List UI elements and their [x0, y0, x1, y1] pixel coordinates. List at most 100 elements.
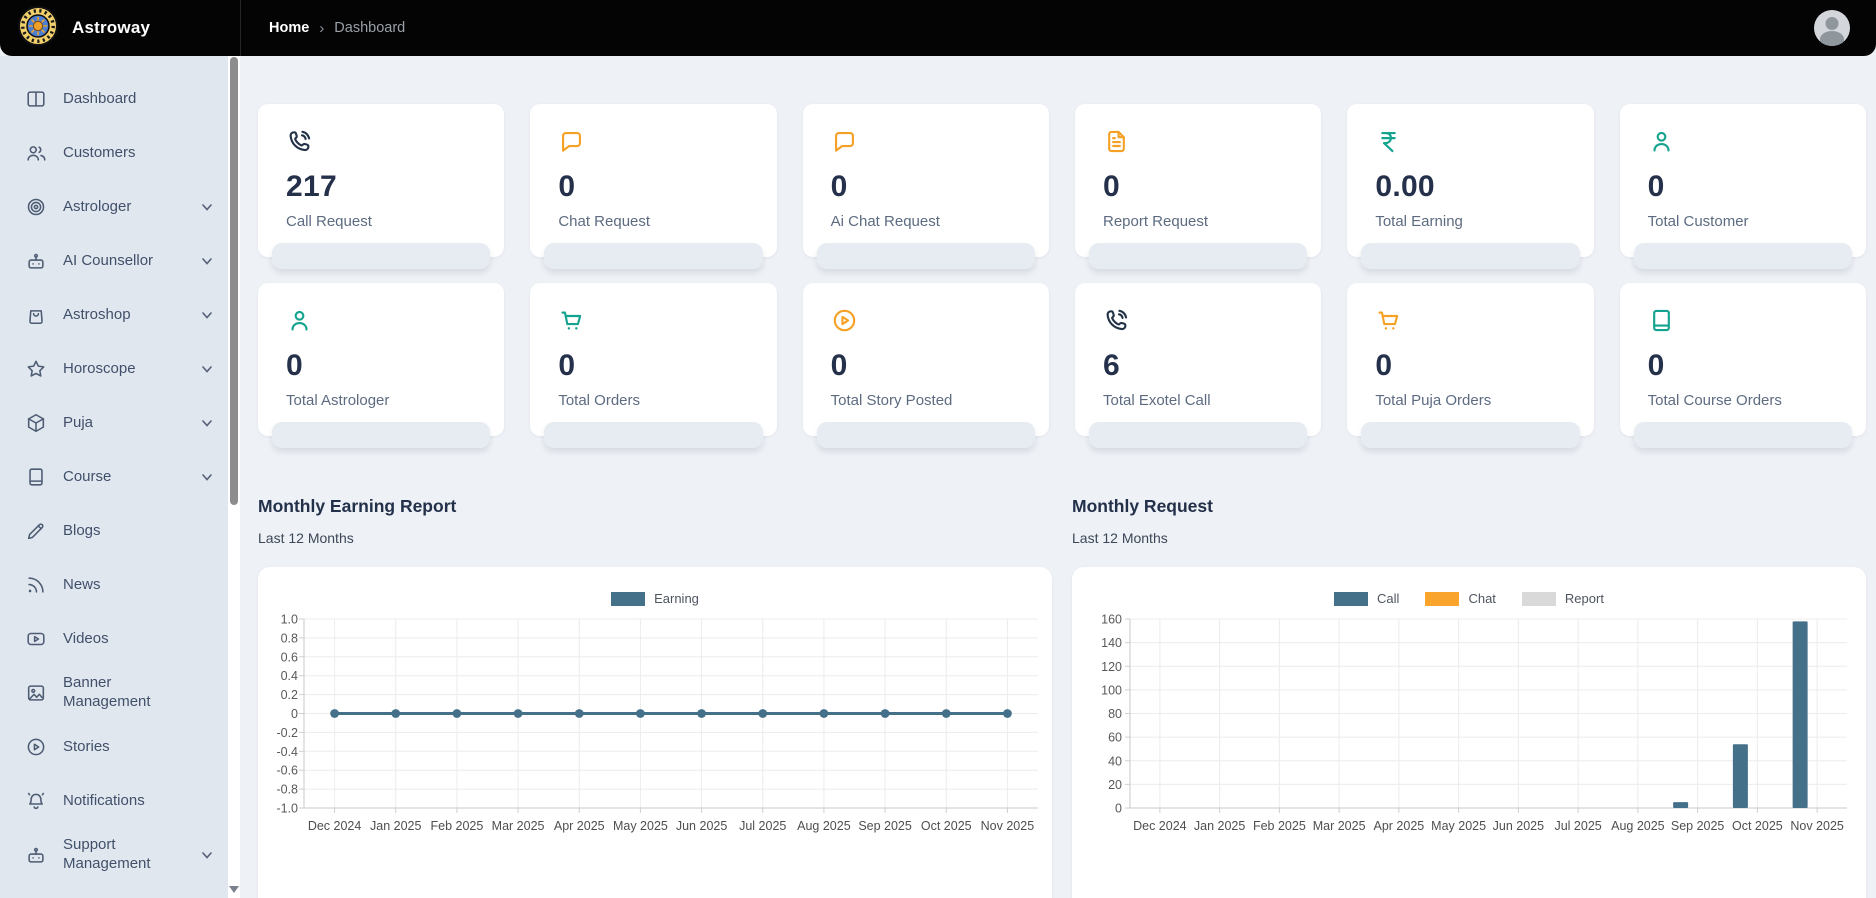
breadcrumb: Home › Dashboard: [269, 20, 405, 37]
earning-chart-title: Monthly Earning Report: [258, 496, 1052, 517]
svg-text:100: 100: [1101, 683, 1122, 697]
stat-card-total-astrologer: 0Total Astrologer: [258, 283, 504, 436]
svg-text:140: 140: [1101, 636, 1122, 650]
sidebar-item-dashboard[interactable]: Dashboard: [0, 72, 228, 126]
target-icon: [25, 196, 47, 218]
stat-card-total-course-orders: 0Total Course Orders: [1620, 283, 1866, 436]
stat-label: Total Customer: [1648, 213, 1838, 230]
svg-text:Feb 2025: Feb 2025: [1253, 819, 1306, 833]
svg-text:Apr 2025: Apr 2025: [554, 819, 605, 833]
stat-value: 0: [831, 170, 1021, 204]
sidebar-item-label: Blogs: [63, 522, 101, 541]
sidebar-item-horoscope[interactable]: Horoscope: [0, 342, 228, 396]
stat-value: 0: [831, 349, 1021, 383]
stat-value: 0: [1648, 170, 1838, 204]
user-avatar[interactable]: [1814, 10, 1850, 46]
svg-text:Jan 2025: Jan 2025: [370, 819, 421, 833]
sidebar-item-course[interactable]: Course: [0, 450, 228, 504]
svg-text:-0.2: -0.2: [276, 726, 298, 740]
sidebar-item-label: Puja: [63, 414, 93, 433]
request-chart-card: CallChatReport 020406080100120140160Dec …: [1072, 567, 1866, 898]
sidebar-item-label: Support Management: [63, 836, 181, 874]
svg-text:80: 80: [1108, 707, 1122, 721]
stat-value: 0.00: [1375, 170, 1565, 204]
sidebar-nav: Dashboard Customers Astrologer AI Counsello…: [0, 56, 228, 898]
sidebar-item-blogs[interactable]: Blogs: [0, 504, 228, 558]
sidebar-item-support-management[interactable]: Support Management: [0, 828, 228, 882]
svg-text:Aug 2025: Aug 2025: [1611, 819, 1665, 833]
stat-value: 0: [1103, 170, 1293, 204]
phone-icon: [1103, 307, 1130, 334]
sidebar-item-astrologer[interactable]: Astrologer: [0, 180, 228, 234]
sidebar-scrollbar-thumb[interactable]: [230, 57, 238, 505]
stat-card-total-customer: 0 Total Customer: [1620, 104, 1866, 257]
svg-text:May 2025: May 2025: [613, 819, 668, 833]
svg-text:0.4: 0.4: [281, 669, 298, 683]
charts-row: Monthly Earning Report Last 12 Months Ea…: [258, 496, 1866, 898]
svg-text:-0.6: -0.6: [276, 764, 298, 778]
star-icon: [25, 358, 47, 380]
earning-chart-subtitle: Last 12 Months: [258, 530, 1052, 546]
brand-title: Astroway: [72, 18, 150, 38]
sidebar-item-stories[interactable]: Stories: [0, 720, 228, 774]
svg-text:0.6: 0.6: [281, 650, 298, 664]
chevron-down-icon: [200, 848, 214, 862]
chevron-down-icon: [200, 416, 214, 430]
sidebar-scroll-down-icon[interactable]: [229, 886, 239, 893]
svg-text:120: 120: [1101, 660, 1122, 674]
svg-text:Nov 2025: Nov 2025: [981, 819, 1035, 833]
sidebar-item-ai-counsellor[interactable]: AI Counsellor: [0, 234, 228, 288]
stat-card-call-request: 217Call Request: [258, 104, 504, 257]
chat-bubble-icon: [558, 128, 585, 155]
person-icon: [286, 307, 313, 334]
earning-line-chart: -1.0-0.8-0.6-0.4-0.200.20.40.60.81.0Dec …: [258, 567, 1052, 898]
stat-label: Total Earning: [1375, 213, 1565, 230]
svg-text:Oct 2025: Oct 2025: [1732, 819, 1783, 833]
svg-text:Mar 2025: Mar 2025: [492, 819, 545, 833]
sidebar-item-label: Astroshop: [63, 306, 131, 325]
play-circle-icon: [831, 307, 858, 334]
sidebar-item-banner-management[interactable]: Banner Management: [0, 666, 228, 720]
header-divider: [240, 0, 241, 56]
svg-text:Dec 2024: Dec 2024: [1133, 819, 1187, 833]
svg-text:0: 0: [1115, 802, 1122, 816]
sidebar-item-puja[interactable]: Puja: [0, 396, 228, 450]
robot-icon: [25, 250, 47, 272]
earning-chart-card: Earning -1.0-0.8-0.6-0.4-0.200.20.40.60.…: [258, 567, 1052, 898]
svg-text:0.8: 0.8: [281, 631, 298, 645]
sidebar-item-label: Horoscope: [63, 360, 136, 379]
svg-text:-0.4: -0.4: [276, 745, 298, 759]
stat-value: 217: [286, 170, 476, 204]
document-icon: [1103, 128, 1130, 155]
book-icon: [25, 466, 47, 488]
svg-text:Apr 2025: Apr 2025: [1374, 819, 1425, 833]
sidebar-item-videos[interactable]: Videos: [0, 612, 228, 666]
svg-text:Mar 2025: Mar 2025: [1313, 819, 1366, 833]
sidebar-item-notifications[interactable]: Notifications: [0, 774, 228, 828]
robot-icon: [25, 844, 47, 866]
stat-label: Report Request: [1103, 213, 1293, 230]
phone-icon: [286, 128, 313, 155]
svg-text:160: 160: [1101, 613, 1122, 627]
astroway-logo-icon: [18, 6, 58, 51]
sidebar-item-news[interactable]: News: [0, 558, 228, 612]
stat-value: 0: [286, 349, 476, 383]
rupee-icon: [1375, 128, 1402, 155]
stat-value: 0: [558, 170, 748, 204]
sidebar-item-astroshop[interactable]: Astroshop: [0, 288, 228, 342]
breadcrumb-current: Dashboard: [334, 20, 405, 36]
sidebar-item-label: Notifications: [63, 792, 145, 811]
sidebar-item-label: Astrologer: [63, 198, 131, 217]
stat-card-chat-request: 0 Chat Request: [530, 104, 776, 257]
stat-label: Chat Request: [558, 213, 748, 230]
breadcrumb-home[interactable]: Home: [269, 20, 309, 36]
svg-text:Feb 2025: Feb 2025: [431, 819, 484, 833]
sidebar-item-label: Dashboard: [63, 90, 136, 109]
stat-label: Total Course Orders: [1648, 392, 1838, 409]
svg-text:1.0: 1.0: [281, 613, 298, 627]
sidebar-item-customers[interactable]: Customers: [0, 126, 228, 180]
stats-row-2: 0Total Astrologer0Total Orders0Total Sto…: [258, 283, 1866, 436]
stat-card-total-exotel-call: 6Total Exotel Call: [1075, 283, 1321, 436]
brand-zone: Astroway: [0, 6, 240, 51]
svg-text:-0.8: -0.8: [276, 783, 298, 797]
